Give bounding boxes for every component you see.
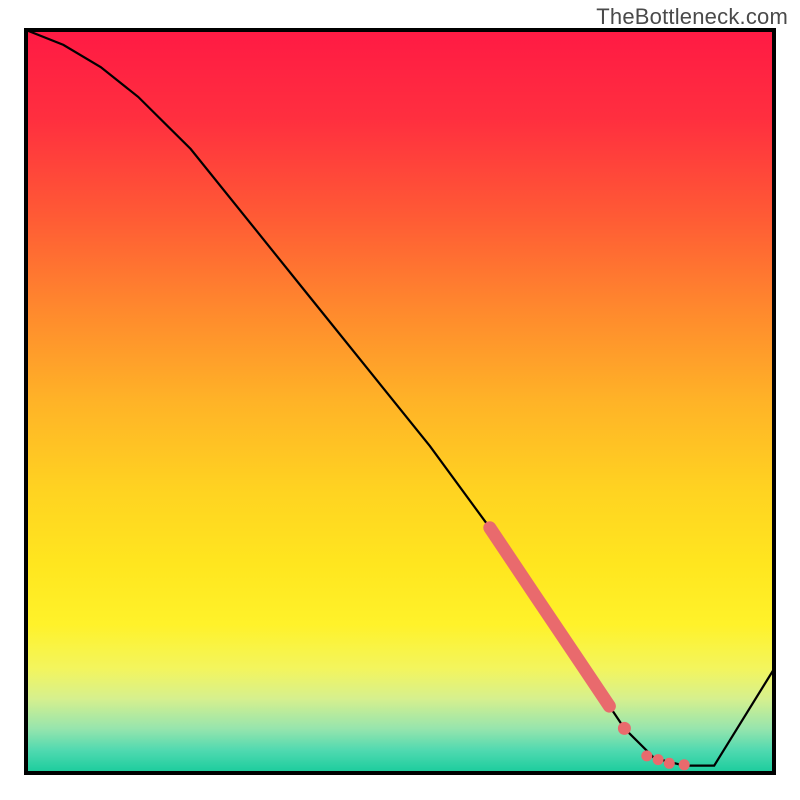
bottleneck-chart: [0, 0, 800, 800]
highlight-dot: [679, 759, 690, 770]
highlight-dot: [664, 758, 675, 769]
highlight-dot: [641, 750, 652, 761]
plot-background: [26, 30, 774, 773]
chart-container: TheBottleneck.com: [0, 0, 800, 800]
highlight-dot: [618, 722, 631, 735]
highlight-dot: [653, 754, 664, 765]
